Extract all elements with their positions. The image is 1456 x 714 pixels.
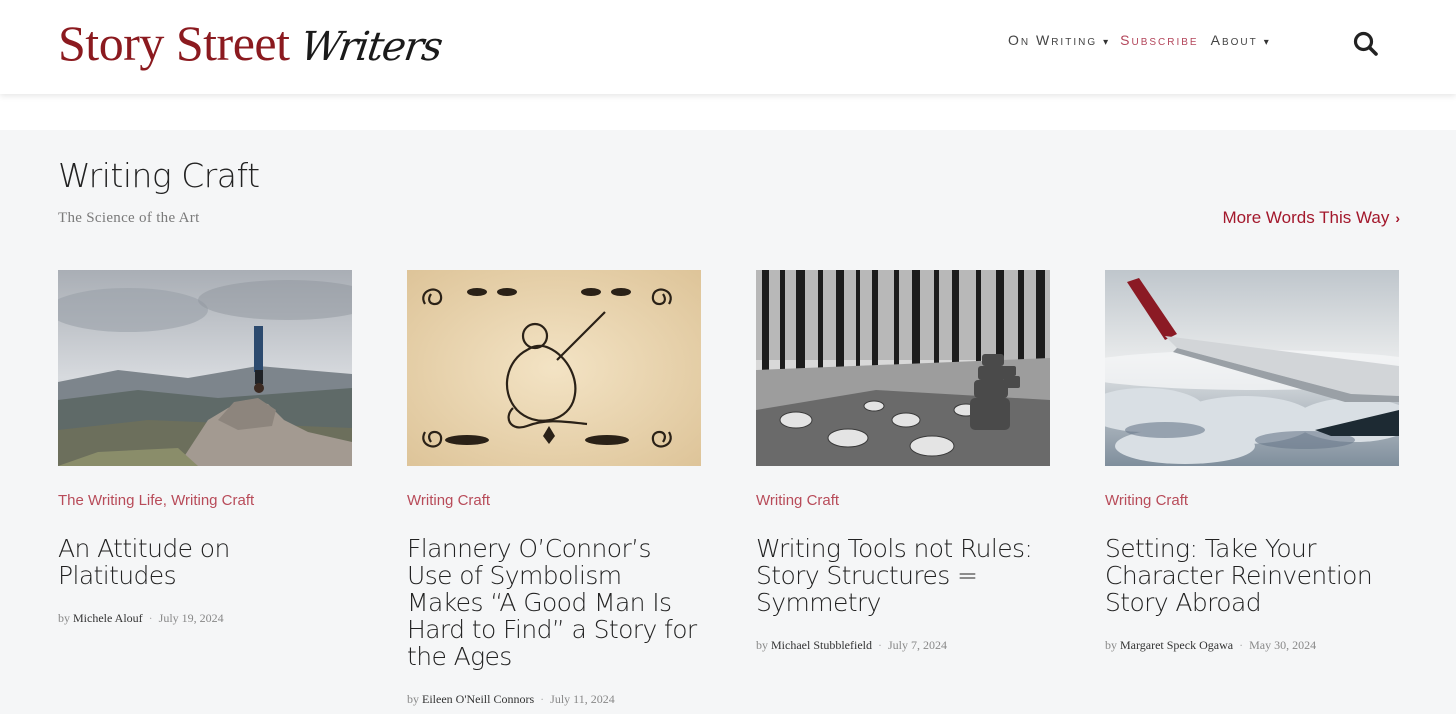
mountain-headstand-image [58, 270, 352, 466]
post-card: Writing Craft Writing Tools not Rules: S… [756, 270, 1050, 653]
post-thumbnail-forest[interactable] [756, 270, 1050, 466]
logo-main-text: Story Street [58, 15, 290, 71]
section-title: Writing Craft [58, 156, 260, 195]
chevron-down-icon: ▾ [1103, 37, 1109, 48]
nav-on-writing[interactable]: On Writing ▾ [1008, 32, 1108, 48]
separator-dot: · [148, 611, 153, 625]
post-author[interactable]: Michele Alouf [73, 611, 143, 625]
nav-on-writing-label: On Writing [1008, 32, 1098, 48]
search-button[interactable] [1352, 30, 1380, 58]
section-subtitle: The Science of the Art [58, 210, 200, 226]
post-author[interactable]: Michael Stubblefield [771, 638, 872, 652]
post-date: July 7, 2024 [887, 638, 947, 652]
separator-dot: · [877, 638, 882, 652]
post-categories: Writing Craft [407, 492, 701, 509]
airplane-wing-image [1105, 270, 1399, 466]
post-meta: by Eileen O'Neill Connors · July 11, 2024 [407, 692, 701, 707]
site-logo[interactable]: Story Street Writers [58, 10, 445, 80]
more-words-label: More Words This Way [1222, 208, 1390, 227]
post-card: Writing Craft Flannery O’Connor’s Use of… [407, 270, 701, 707]
category-link[interactable]: Writing Craft [171, 492, 254, 509]
post-meta: by Michele Alouf · July 19, 2024 [58, 611, 352, 626]
nav-subscribe-label: Subscribe [1120, 32, 1199, 48]
post-author[interactable]: Margaret Speck Ogawa [1120, 638, 1233, 652]
by-label: by [58, 611, 70, 625]
nav-subscribe[interactable]: Subscribe [1120, 32, 1198, 48]
post-meta: by Margaret Speck Ogawa · May 30, 2024 [1105, 638, 1399, 653]
by-label: by [756, 638, 768, 652]
category-link[interactable]: The Writing Life [58, 492, 163, 509]
post-title[interactable]: Setting: Take Your Character Reinvention… [1105, 535, 1399, 616]
post-thumbnail-headstand[interactable] [58, 270, 352, 466]
post-thumbnail-monkey[interactable] [407, 270, 701, 466]
header-strip [0, 94, 1456, 130]
nav-about-label: About [1210, 32, 1258, 48]
site-header: Story Street Writers On Writing ▾ Subscri… [0, 0, 1456, 94]
post-author[interactable]: Eileen O'Neill Connors [422, 692, 534, 706]
post-title[interactable]: Writing Tools not Rules: Story Structure… [756, 535, 1050, 616]
monkey-illustration-image [407, 270, 701, 466]
category-link[interactable]: Writing Craft [1105, 492, 1188, 509]
post-date: July 11, 2024 [550, 692, 615, 706]
post-date: May 30, 2024 [1249, 638, 1317, 652]
post-categories: The Writing Life, Writing Craft [58, 492, 255, 509]
post-categories: Writing Craft [756, 492, 1050, 509]
post-card: The Writing Life, Writing Craft An Attit… [58, 270, 352, 626]
post-thumbnail-airplane[interactable] [1105, 270, 1399, 466]
chevron-right-icon: › [1395, 210, 1400, 226]
post-date: July 19, 2024 [158, 611, 224, 625]
post-meta: by Michael Stubblefield · July 7, 2024 [756, 638, 1050, 653]
nav-about[interactable]: About ▾ [1211, 32, 1269, 48]
category-link[interactable]: Writing Craft [407, 492, 490, 509]
post-title[interactable]: An Attitude on Platitudes [58, 535, 352, 589]
main-nav: On Writing ▾ Subscribe About ▾ [1008, 32, 1281, 48]
forest-cairns-image [756, 270, 1050, 466]
post-title[interactable]: Flannery O’Connor’s Use of Symbolism Mak… [407, 535, 701, 670]
post-card: Writing Craft Setting: Take Your Charact… [1105, 270, 1399, 653]
logo-script-text: Writers [298, 24, 445, 70]
category-link[interactable]: Writing Craft [756, 492, 839, 509]
separator-dot: · [1239, 638, 1244, 652]
more-words-link[interactable]: More Words This Way › [1222, 208, 1400, 228]
by-label: by [407, 692, 419, 706]
post-categories: Writing Craft [1105, 492, 1399, 509]
search-icon [1353, 31, 1378, 56]
chevron-down-icon: ▾ [1263, 37, 1269, 48]
separator-dot: · [540, 692, 545, 706]
by-label: by [1105, 638, 1117, 652]
